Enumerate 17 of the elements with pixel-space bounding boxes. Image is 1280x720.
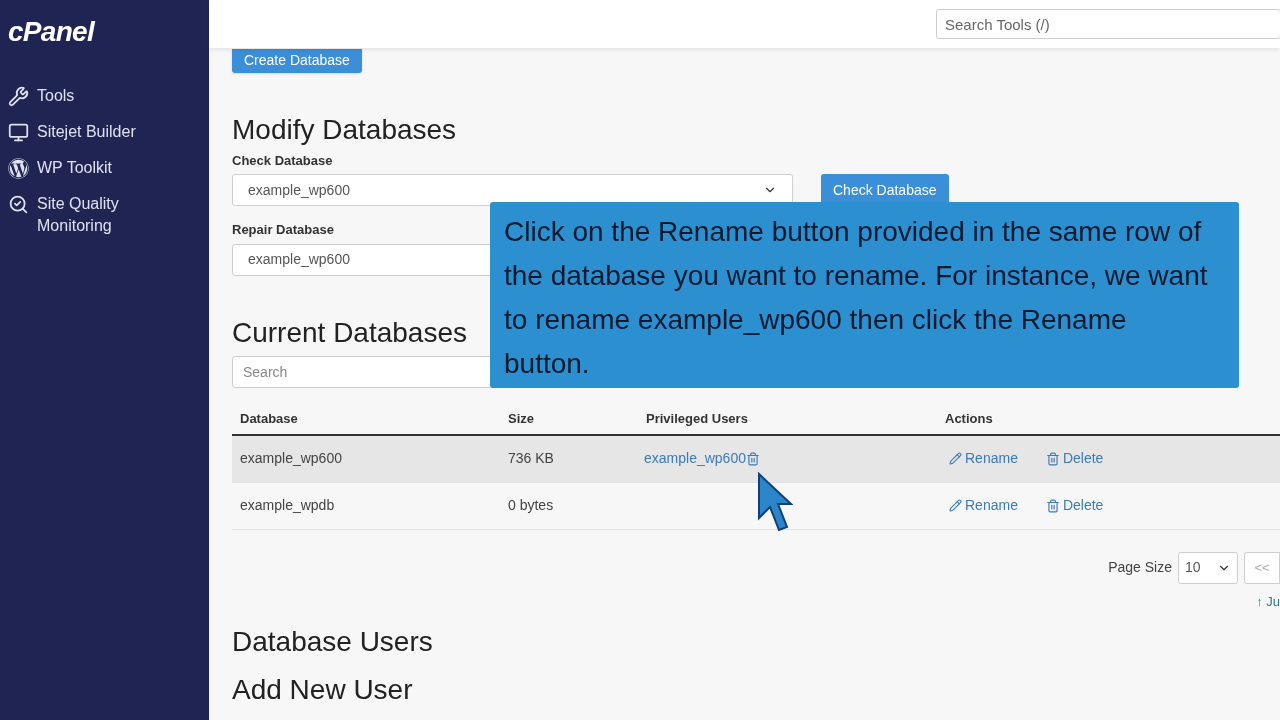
table-cell: example_wp600: [240, 450, 342, 466]
section-heading: Current Databases: [232, 315, 467, 350]
cpanel-logo: cPanel: [7, 18, 97, 46]
table-cell: example_wpdb: [240, 497, 335, 513]
field-label: Repair Database: [232, 221, 334, 239]
column-header: Size: [508, 410, 534, 426]
section-heading: Database Users: [232, 625, 434, 659]
section-heading: Modify Databases: [232, 112, 458, 147]
column-header: Privileged Users: [646, 410, 748, 426]
column-header: Database: [240, 410, 298, 426]
page-size-label: Page Size: [1108, 558, 1172, 577]
section-heading: Add New User: [232, 673, 414, 707]
field-label: Check Database: [232, 151, 334, 170]
table-cell: 0 bytes: [508, 497, 554, 513]
table-cell: 736 KB: [508, 450, 554, 466]
instruction-tooltip: Click on the Rename button provided in the same row of the database you want to rename. For instance, we want to rename example_wp600 then click the Rename button.: [490, 202, 1239, 388]
column-header: Actions: [945, 410, 993, 426]
